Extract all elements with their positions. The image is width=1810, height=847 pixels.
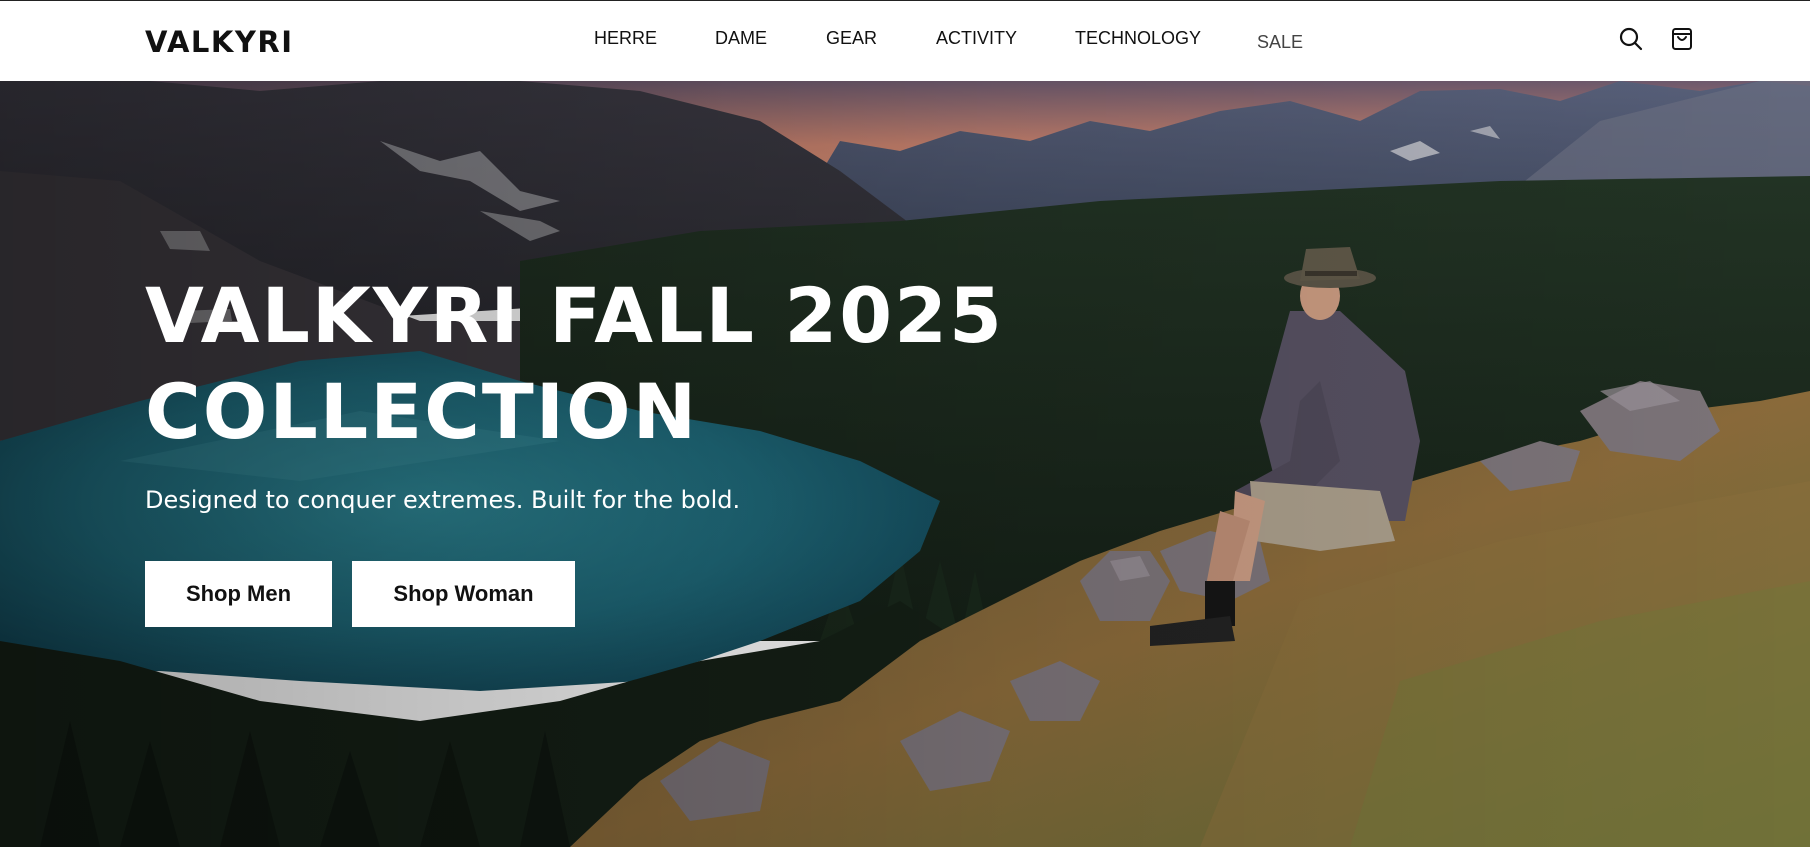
nav-item-gear[interactable]: GEAR — [826, 28, 877, 49]
hero-landscape-image — [0, 81, 1810, 847]
site-header: VALKYRI HERRE DAME GEAR ACTIVITY TECHNOL… — [0, 0, 1810, 81]
shopping-bag-icon[interactable] — [1668, 25, 1696, 53]
hero-banner: VALKYRI FALL 2025 COLLECTION Designed to… — [0, 81, 1810, 847]
search-icon[interactable] — [1617, 25, 1645, 53]
shop-men-button[interactable]: Shop Men — [145, 561, 332, 627]
nav-item-sale[interactable]: SALE — [1257, 32, 1303, 53]
hero-title: VALKYRI FALL 2025 COLLECTION — [145, 268, 1145, 460]
hero-title-line-1: VALKYRI FALL 2025 — [145, 271, 1004, 360]
nav-item-activity[interactable]: ACTIVITY — [936, 28, 1017, 49]
hero-subtitle: Designed to conquer extremes. Built for … — [145, 486, 741, 514]
nav-item-dame[interactable]: DAME — [715, 28, 767, 49]
nav-item-herre[interactable]: HERRE — [594, 28, 657, 49]
nav-item-technology[interactable]: TECHNOLOGY — [1075, 28, 1201, 49]
shop-women-button[interactable]: Shop Woman — [352, 561, 575, 627]
hero-title-line-2: COLLECTION — [145, 367, 699, 456]
brand-logo[interactable]: VALKYRI — [145, 25, 294, 59]
